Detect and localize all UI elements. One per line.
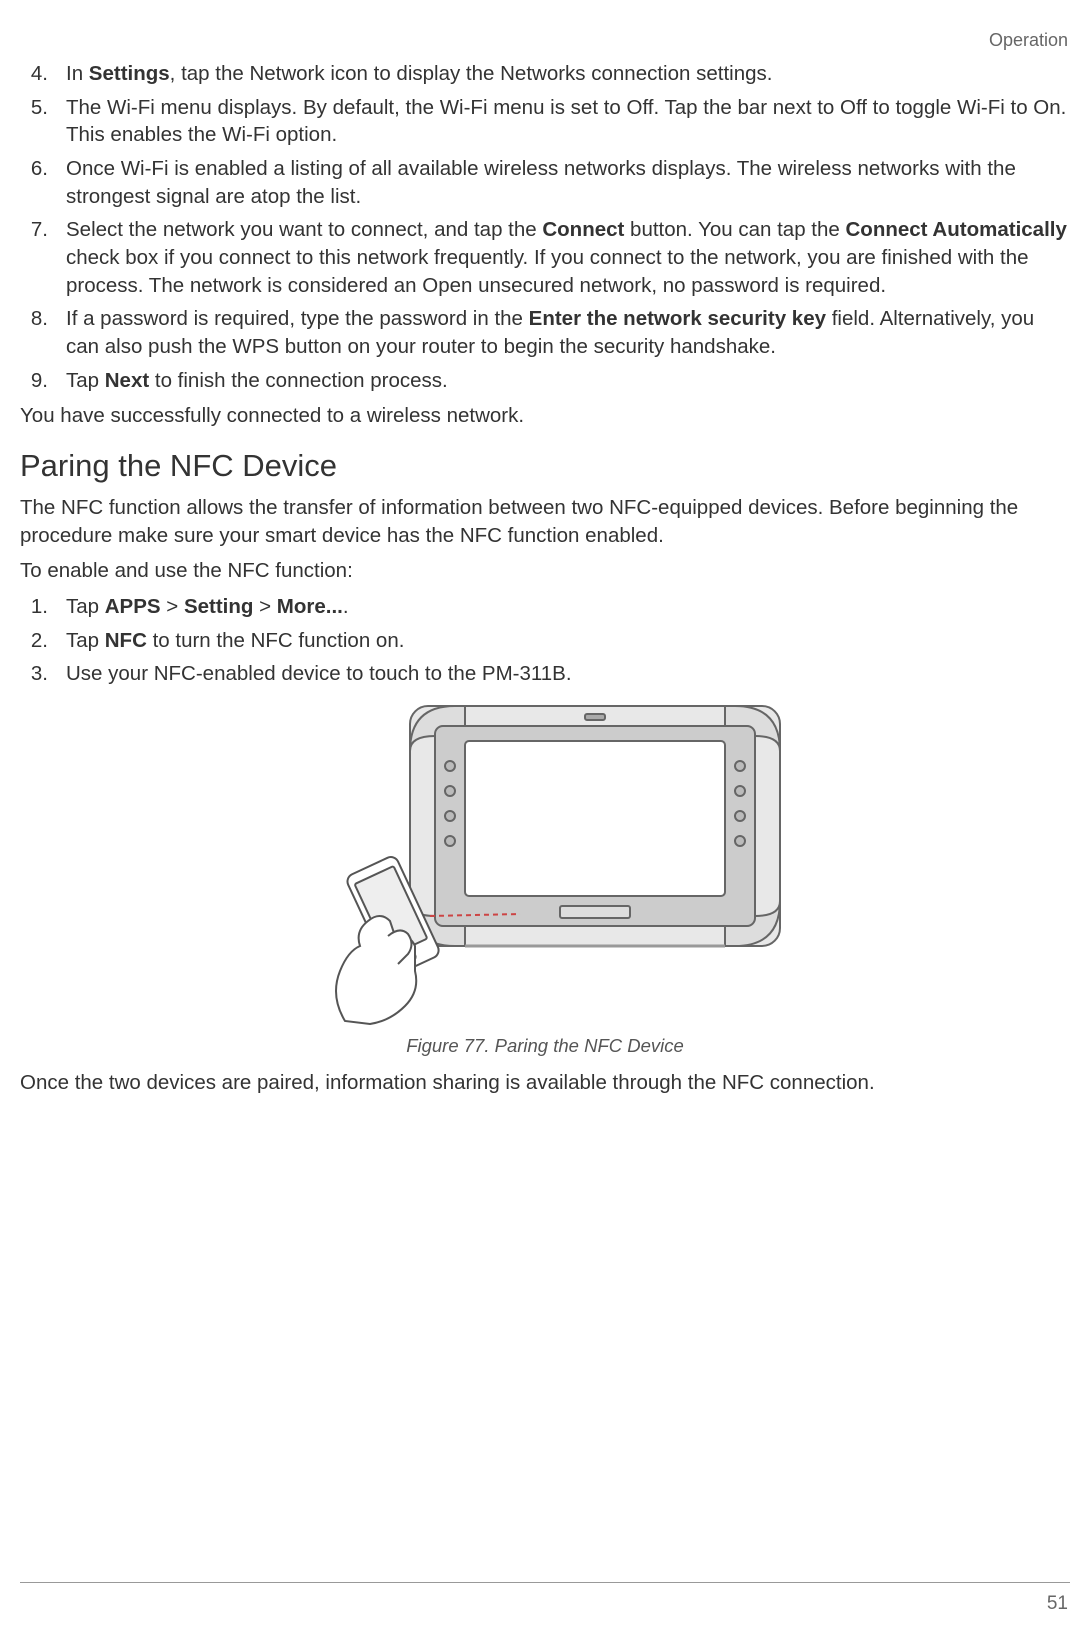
step-text: Once Wi-Fi is enabled a listing of all a… bbox=[66, 155, 1070, 210]
nfc-outro: Once the two devices are paired, informa… bbox=[20, 1069, 1070, 1097]
figure-container: Figure 77. Paring the NFC Device bbox=[20, 696, 1070, 1057]
list-item: 6.Once Wi-Fi is enabled a listing of all… bbox=[20, 155, 1070, 210]
wifi-steps-list: 4.In Settings, tap the Network icon to d… bbox=[20, 60, 1070, 394]
step-text: Use your NFC-enabled device to touch to … bbox=[66, 660, 1070, 688]
step-number: 5. bbox=[20, 94, 66, 149]
step-text: In Settings, tap the Network icon to dis… bbox=[66, 60, 1070, 88]
nfc-device-illustration bbox=[300, 696, 790, 1026]
section-header: Operation bbox=[989, 30, 1068, 51]
step-number: 4. bbox=[20, 60, 66, 88]
step-number: 9. bbox=[20, 367, 66, 395]
nfc-steps-list: 1.Tap APPS > Setting > More....2.Tap NFC… bbox=[20, 593, 1070, 688]
list-item: 7.Select the network you want to connect… bbox=[20, 216, 1070, 299]
step-text: Tap NFC to turn the NFC function on. bbox=[66, 627, 1070, 655]
wifi-complete-text: You have successfully connected to a wir… bbox=[20, 402, 1070, 430]
step-number: 3. bbox=[20, 660, 66, 688]
nfc-lead: To enable and use the NFC function: bbox=[20, 557, 1070, 585]
step-text: Tap APPS > Setting > More.... bbox=[66, 593, 1070, 621]
figure-caption: Figure 77. Paring the NFC Device bbox=[20, 1035, 1070, 1057]
step-number: 8. bbox=[20, 305, 66, 360]
list-item: 3.Use your NFC-enabled device to touch t… bbox=[20, 660, 1070, 688]
step-text: If a password is required, type the pass… bbox=[66, 305, 1070, 360]
list-item: 1.Tap APPS > Setting > More.... bbox=[20, 593, 1070, 621]
step-text: The Wi-Fi menu displays. By default, the… bbox=[66, 94, 1070, 149]
list-item: 9.Tap Next to finish the connection proc… bbox=[20, 367, 1070, 395]
step-text: Select the network you want to connect, … bbox=[66, 216, 1070, 299]
step-number: 2. bbox=[20, 627, 66, 655]
step-number: 1. bbox=[20, 593, 66, 621]
step-number: 6. bbox=[20, 155, 66, 210]
step-text: Tap Next to finish the connection proces… bbox=[66, 367, 1070, 395]
page-number: 51 bbox=[1047, 1593, 1068, 1615]
list-item: 5.The Wi-Fi menu displays. By default, t… bbox=[20, 94, 1070, 149]
list-item: 2.Tap NFC to turn the NFC function on. bbox=[20, 627, 1070, 655]
nfc-heading: Paring the NFC Device bbox=[20, 448, 1070, 484]
list-item: 8.If a password is required, type the pa… bbox=[20, 305, 1070, 360]
footer-rule bbox=[20, 1582, 1070, 1583]
nfc-intro: The NFC function allows the transfer of … bbox=[20, 494, 1070, 549]
list-item: 4.In Settings, tap the Network icon to d… bbox=[20, 60, 1070, 88]
page-content: 4.In Settings, tap the Network icon to d… bbox=[20, 60, 1070, 1097]
step-number: 7. bbox=[20, 216, 66, 299]
